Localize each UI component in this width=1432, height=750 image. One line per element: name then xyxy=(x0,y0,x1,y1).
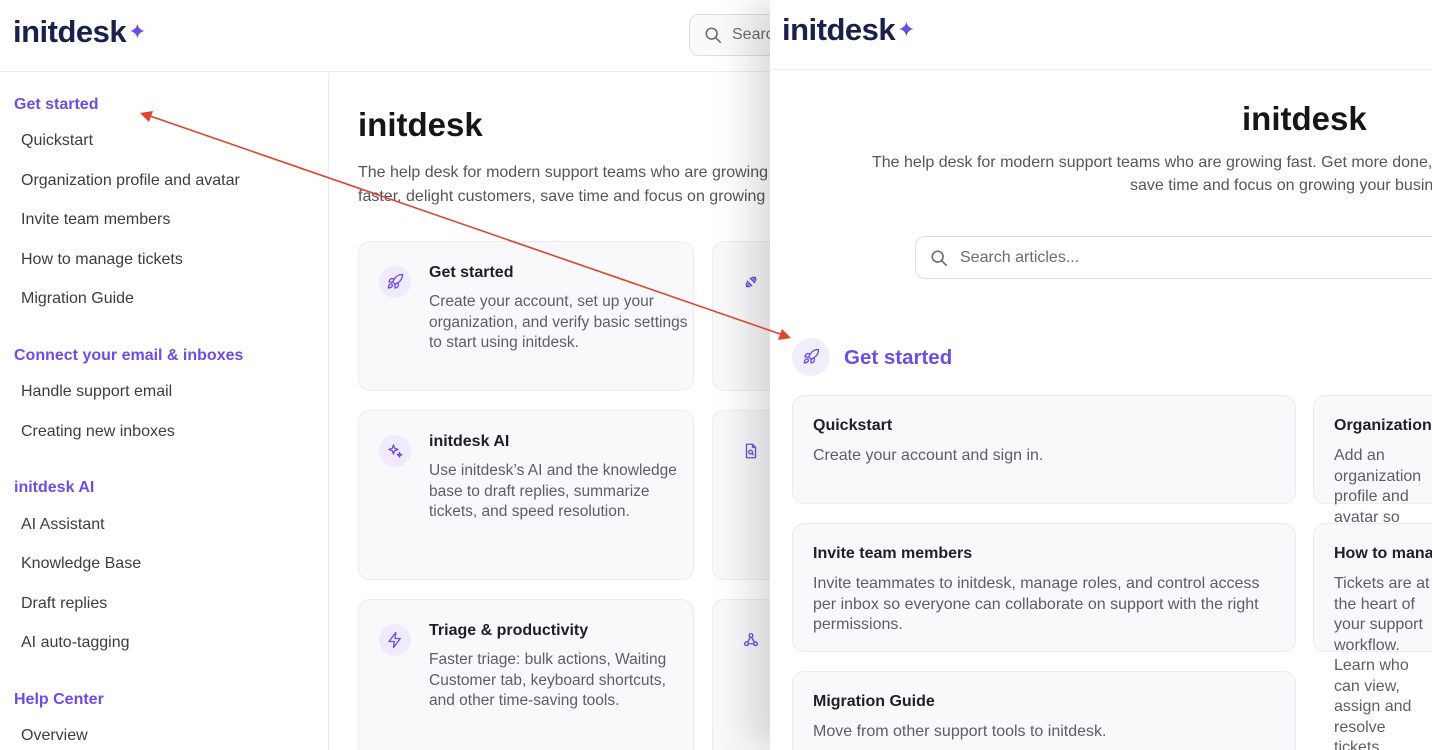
sidebar-item-draft-replies[interactable]: Draft replies xyxy=(21,595,107,613)
rocket-icon xyxy=(792,338,830,376)
sidebar-item-invite-team-members[interactable]: Invite team members xyxy=(21,211,170,229)
lightning-icon xyxy=(379,624,411,656)
card-description: Create your account and sign in. xyxy=(813,447,1044,464)
card-title: Organization profile and avatar xyxy=(1334,417,1432,434)
sidebar-item-handle-support-email[interactable]: Handle support email xyxy=(21,383,172,401)
logo[interactable]: initdesk ✦ xyxy=(13,14,147,50)
sidebar-item-creating-new-inboxes[interactable]: Creating new inboxes xyxy=(21,423,175,441)
card-title: How to manage tickets xyxy=(1334,545,1432,562)
sidebar-item-ai-auto-tagging[interactable]: AI auto-tagging xyxy=(21,634,130,652)
card-description: Faster triage: bulk actions, Waiting Cus… xyxy=(429,651,667,709)
page-title: initdesk xyxy=(1242,100,1367,137)
webhook-icon xyxy=(735,624,767,656)
sparkle-logo-icon: ✦ xyxy=(128,19,147,44)
sidebar-section-connect-email[interactable]: Connect your email & inboxes xyxy=(14,347,243,365)
search-bar[interactable] xyxy=(915,236,1432,279)
search-icon xyxy=(931,249,948,266)
article-card-organization-profile[interactable]: Organization profile and avatar Add an o… xyxy=(1313,395,1432,608)
card-description-text: Tickets are at the heart of your support… xyxy=(1334,575,1430,750)
card-title: Quickstart xyxy=(813,417,893,434)
category-card-initdesk-ai[interactable]: initdesk AI Use initdesk’s AI and the kn… xyxy=(358,410,694,580)
page-description-line-2: save time and focus on growing your busi… xyxy=(1130,177,1432,194)
logo-text: initdesk xyxy=(782,12,896,47)
card-title: Triage & productivity xyxy=(429,622,589,639)
sidebar-section-get-started[interactable]: Get started xyxy=(14,96,98,114)
top-header: initdesk ✦ xyxy=(770,0,1432,70)
sidebar-item-overview[interactable]: Overview xyxy=(21,727,88,745)
sidebar-nav: Get started Quickstart Organization prof… xyxy=(0,73,329,750)
logo-text: initdesk xyxy=(13,14,127,49)
article-card-invite-team-members[interactable]: Invite team members Invite teammates to … xyxy=(792,523,1296,652)
search-icon xyxy=(705,27,722,44)
sidebar-item-migration-guide[interactable]: Migration Guide xyxy=(21,290,134,308)
sparkle-icon xyxy=(379,435,411,467)
page-description-line-1: The help desk for modern support teams w… xyxy=(872,154,1432,171)
category-card-get-started[interactable]: Get started Create your account, set up … xyxy=(358,241,694,391)
sidebar-section-help-center[interactable]: Help Center xyxy=(14,691,104,709)
card-title: Get started xyxy=(429,264,514,281)
card-title: Invite team members xyxy=(813,545,973,562)
page-title: initdesk xyxy=(358,106,483,143)
logo[interactable]: initdesk ✦ xyxy=(782,12,916,48)
card-title: initdesk AI xyxy=(429,433,510,450)
search-input[interactable] xyxy=(960,248,1360,267)
plug-icon xyxy=(735,266,767,298)
card-description: Move from other support tools to initdes… xyxy=(813,723,1107,740)
card-description: Create your account, set up your organiz… xyxy=(429,293,688,351)
section-title-get-started[interactable]: Get started xyxy=(844,346,952,370)
card-description: Use initdesk’s AI and the knowledge base… xyxy=(429,462,677,520)
article-card-manage-tickets[interactable]: How to manage tickets Tickets are at the… xyxy=(1313,523,1432,750)
card-description: Tickets are at the heart of your support… xyxy=(1334,574,1432,750)
sparkle-logo-icon: ✦ xyxy=(897,17,916,42)
sidebar-item-ai-assistant[interactable]: AI Assistant xyxy=(21,516,105,534)
sidebar-item-knowledge-base[interactable]: Knowledge Base xyxy=(21,555,141,573)
category-card-triage-productivity[interactable]: Triage & productivity Faster triage: bul… xyxy=(358,599,694,750)
rocket-icon xyxy=(379,266,411,298)
article-card-migration-guide[interactable]: Migration Guide Move from other support … xyxy=(792,671,1296,750)
sidebar-item-quickstart[interactable]: Quickstart xyxy=(21,132,93,150)
sidebar-item-organization-profile[interactable]: Organization profile and avatar xyxy=(21,172,240,190)
article-card-quickstart[interactable]: Quickstart Create your account and sign … xyxy=(792,395,1296,504)
card-title: Migration Guide xyxy=(813,693,935,710)
card-description: Invite teammates to initdesk, manage rol… xyxy=(813,575,1260,633)
sidebar-item-manage-tickets[interactable]: How to manage tickets xyxy=(21,251,183,269)
document-search-icon xyxy=(735,435,767,467)
sidebar-section-initdesk-ai[interactable]: initdesk AI xyxy=(14,479,94,497)
docs-window-foreground: initdesk ✦ initdesk The help desk for mo… xyxy=(770,0,1432,750)
